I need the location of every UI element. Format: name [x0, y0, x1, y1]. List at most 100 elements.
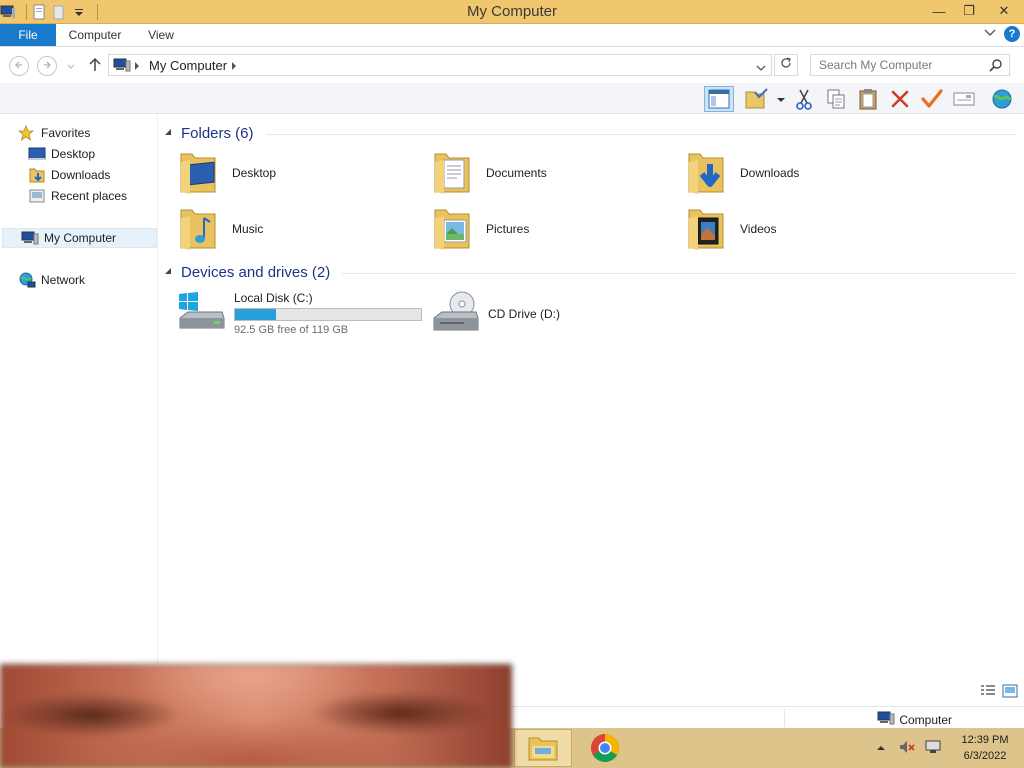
- folder-name: Pictures: [486, 222, 530, 236]
- delete-button[interactable]: [886, 86, 914, 112]
- show-hidden-icons[interactable]: [876, 741, 886, 755]
- window-controls: — ❐ ✕: [924, 0, 1024, 22]
- system-tray: 12:39 PM 6/3/2022: [876, 728, 1024, 768]
- folder-desktop[interactable]: Desktop: [178, 148, 418, 198]
- desktop-folder-icon: [178, 148, 218, 199]
- folder-check-icon: [745, 88, 785, 109]
- drive-usage-bar: [234, 308, 422, 321]
- rename-button[interactable]: [918, 86, 946, 112]
- large-icons-view-icon[interactable]: [1002, 684, 1018, 701]
- nav-desktop[interactable]: Desktop: [28, 144, 95, 164]
- expand-ribbon-icon[interactable]: [984, 27, 996, 41]
- file-explorer-icon: [528, 737, 558, 761]
- nav-network[interactable]: Network: [18, 270, 85, 290]
- folder-name: Videos: [740, 222, 777, 236]
- window-title: My Computer: [466, 3, 558, 20]
- cut-button[interactable]: [790, 86, 818, 112]
- drive-info: CD Drive (D:): [488, 307, 560, 321]
- network-globe-button[interactable]: [988, 86, 1016, 112]
- help-icon[interactable]: ?: [1004, 26, 1020, 42]
- tab-view[interactable]: View: [134, 24, 188, 46]
- nav-downloads-label: Downloads: [51, 168, 111, 182]
- folder-downloads[interactable]: Downloads: [686, 148, 926, 198]
- tab-file[interactable]: File: [0, 24, 56, 46]
- status-computer: Computer: [877, 710, 952, 729]
- content-pane: Folders (6) Desktop Documents Downloads …: [160, 114, 1024, 684]
- search-icon[interactable]: [989, 58, 1003, 75]
- preview-pane-button[interactable]: [704, 86, 734, 112]
- taskbar-chrome[interactable]: [576, 729, 634, 767]
- pictures-folder-icon: [432, 204, 472, 255]
- computer-status-icon: [877, 710, 895, 729]
- new-folder-menu-button[interactable]: [742, 86, 788, 112]
- collapse-triangle-icon[interactable]: [164, 128, 174, 138]
- recent-places-icon: [28, 188, 46, 204]
- paste-button[interactable]: [854, 86, 882, 112]
- command-toolbar: [0, 83, 1024, 114]
- folder-documents[interactable]: Documents: [432, 148, 672, 198]
- nav-downloads[interactable]: Downloads: [28, 165, 110, 185]
- address-bar[interactable]: My Computer: [108, 54, 772, 76]
- nav-recent-label: Recent places: [51, 189, 128, 203]
- status-computer-label: Computer: [899, 712, 952, 727]
- globe-icon: [992, 89, 1013, 109]
- back-arrow-icon: [15, 61, 22, 69]
- drive-local-disk-c[interactable]: Local Disk (C:) 92.5 GB free of 119 GB: [176, 288, 422, 339]
- folder-music[interactable]: Music: [178, 204, 418, 254]
- back-button[interactable]: [9, 56, 29, 76]
- nav-my-computer[interactable]: My Computer: [2, 228, 157, 248]
- drive-cd-d[interactable]: CD Drive (D:): [430, 288, 560, 339]
- network-tray-icon[interactable]: [924, 739, 942, 758]
- address-dropdown-icon[interactable]: [756, 61, 766, 75]
- copy-icon: [827, 89, 845, 109]
- refresh-button[interactable]: [774, 54, 798, 76]
- ribbon-tabs: File Computer View ?: [0, 24, 1024, 47]
- ribbon-right-controls: ?: [984, 26, 1020, 42]
- star-icon: [17, 124, 36, 141]
- scissors-icon: [796, 89, 812, 110]
- group-divider: [342, 272, 1016, 274]
- folder-videos[interactable]: Videos: [686, 204, 926, 254]
- nav-favorites[interactable]: Favorites: [17, 123, 90, 143]
- minimize-button[interactable]: —: [924, 0, 954, 22]
- close-button[interactable]: ✕: [984, 0, 1024, 22]
- tab-computer[interactable]: Computer: [56, 24, 134, 46]
- videos-folder-icon: [686, 204, 726, 255]
- nav-recent-places[interactable]: Recent places: [28, 186, 127, 206]
- forward-arrow-icon: [44, 61, 51, 69]
- nav-network-label: Network: [41, 273, 86, 287]
- taskbar-file-explorer[interactable]: [514, 729, 572, 767]
- forward-button[interactable]: [37, 56, 57, 76]
- up-arrow-icon[interactable]: [88, 57, 102, 76]
- maximize-button[interactable]: ❐: [954, 0, 984, 22]
- volume-muted-icon[interactable]: [898, 739, 916, 758]
- documents-folder-icon: [432, 148, 472, 199]
- drive-name: Local Disk (C:): [234, 291, 313, 305]
- title-bar: My Computer — ❐ ✕: [0, 0, 1024, 24]
- navigation-bar: My Computer: [0, 47, 1024, 83]
- folders-group-title: Folders (6): [181, 124, 254, 142]
- drive-free-space: 92.5 GB free of 119 GB: [234, 324, 349, 336]
- status-divider: [784, 709, 785, 727]
- folder-name: Documents: [486, 166, 547, 180]
- drive-name: CD Drive (D:): [488, 306, 560, 321]
- system-clock[interactable]: 12:39 PM 6/3/2022: [952, 732, 1018, 764]
- folder-pictures[interactable]: Pictures: [432, 204, 672, 254]
- folder-name: Downloads: [740, 166, 800, 180]
- search-box[interactable]: [810, 54, 1010, 76]
- recent-locations-icon[interactable]: [66, 60, 76, 74]
- breadcrumb-chevron-icon[interactable]: [231, 60, 237, 74]
- drives-group-header[interactable]: Devices and drives (2): [164, 262, 1016, 282]
- nav-my-computer-label: My Computer: [44, 231, 117, 245]
- webcam-overlay-image: [0, 664, 512, 768]
- properties-button[interactable]: [950, 86, 978, 112]
- breadcrumb-my-computer[interactable]: My Computer: [149, 58, 227, 73]
- folders-group-header[interactable]: Folders (6): [164, 123, 1016, 143]
- copy-button[interactable]: [822, 86, 850, 112]
- details-view-icon[interactable]: [980, 684, 996, 701]
- breadcrumb-separator-icon[interactable]: [134, 60, 140, 74]
- collapse-triangle-icon[interactable]: [164, 267, 174, 277]
- search-input[interactable]: [811, 55, 981, 75]
- status-bar: Computer: [512, 706, 1024, 728]
- folder-name: Music: [232, 222, 264, 236]
